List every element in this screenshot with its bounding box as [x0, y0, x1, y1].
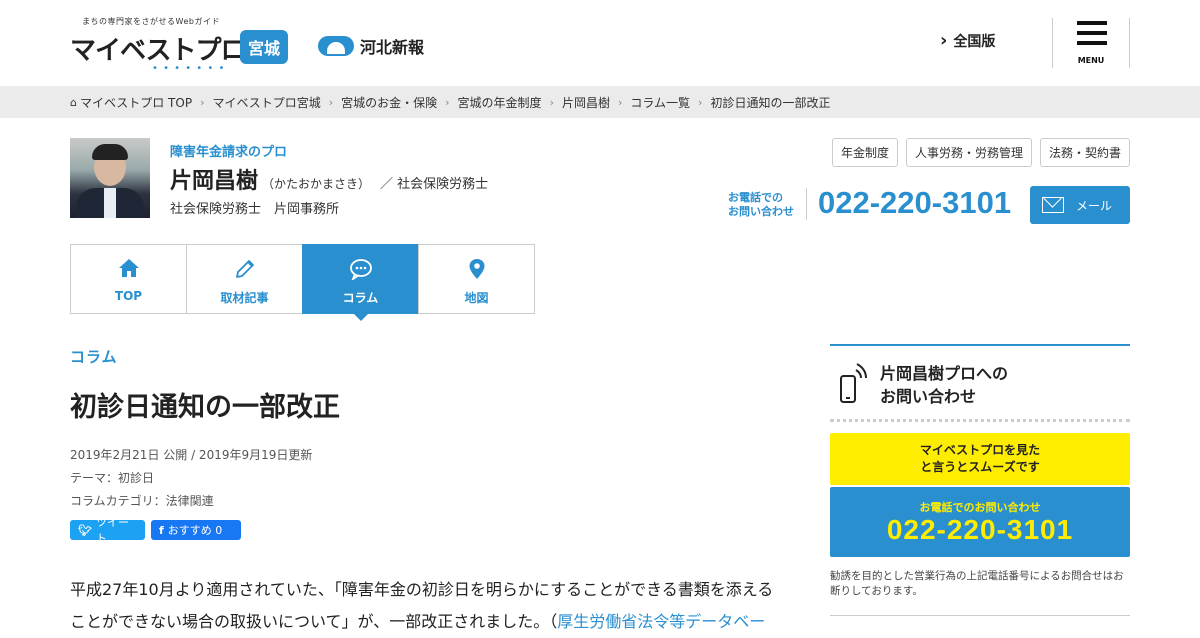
- breadcrumb-item[interactable]: › 宮城のお金・保険: [321, 94, 437, 111]
- category-tag[interactable]: 年金制度: [831, 138, 898, 167]
- logo-brand: マイベストプロ: [70, 36, 247, 66]
- category-tags: 年金制度 人事労務・労務管理 法務・契約書: [831, 138, 1130, 167]
- tab-interview[interactable]: 取材記事: [186, 244, 303, 314]
- tweet-button[interactable]: 🐦︎ ツイート: [70, 516, 145, 545]
- body-line: 平成27年10月より適用されていた、「障害年金の初診日を明らかにすることができる…: [70, 580, 774, 599]
- menu-label: MENU: [1077, 56, 1105, 65]
- facebook-icon: f: [159, 523, 164, 537]
- category-tag[interactable]: 人事労務・労務管理: [905, 138, 1032, 167]
- breadcrumb-item[interactable]: › 片岡昌樹: [542, 94, 610, 111]
- site-header: まちの専門家をさがせるWebガイド マイベストプロ • • • • • • • …: [0, 0, 1200, 86]
- category-tag[interactable]: 法務・契約書: [1039, 138, 1130, 167]
- chat-icon: [303, 258, 418, 280]
- mail-button[interactable]: メール: [1030, 186, 1130, 224]
- share-buttons: 🐦︎ ツイート f おすすめ 0: [70, 516, 241, 545]
- envelope-icon: [1042, 197, 1064, 213]
- pro-role: ／ 社会保険労務士: [380, 177, 489, 192]
- article-meta: 2019年2月21日 公開 / 2019年9月19日更新 テーマ：初診日 コラム…: [70, 444, 312, 513]
- breadcrumb-item[interactable]: › 宮城の年金制度: [437, 94, 541, 111]
- partner-logo[interactable]: 河北新報: [318, 34, 424, 58]
- partner-name: 河北新報: [360, 38, 425, 57]
- pro-office: 社会保険労務士 片岡事務所: [170, 202, 340, 217]
- nationwide-link[interactable]: › 全国版: [940, 30, 995, 51]
- divider: [830, 615, 1130, 616]
- sidebar-phone-label: お電話でのお問い合わせ: [919, 501, 1041, 514]
- body-link[interactable]: 厚生労働省法令等データベー: [557, 612, 765, 631]
- article-category[interactable]: コラムカテゴリ：法律関連: [70, 490, 312, 513]
- tab-map[interactable]: 地図: [418, 244, 535, 314]
- article-body: 平成27年10月より適用されていた、「障害年金の初診日を明らかにすることができる…: [70, 574, 782, 638]
- facebook-recommend-button[interactable]: f おすすめ 0: [151, 520, 241, 540]
- logo-dots: • • • • • • •: [152, 63, 226, 74]
- home-icon: [71, 258, 186, 278]
- body-line: ことができない場合の取扱いについて」が、一部改正されました。（厚生労働省法令等デ…: [70, 612, 766, 631]
- mention-notice: マイベストプロを見た と言うとスムーズです: [830, 433, 1130, 485]
- pro-name: 片岡昌樹: [170, 169, 259, 194]
- twitter-icon: 🐦︎: [78, 523, 92, 537]
- pencil-icon: [187, 258, 302, 280]
- tab-top[interactable]: TOP: [70, 244, 187, 314]
- article-dates: 2019年2月21日 公開 / 2019年9月19日更新: [70, 448, 313, 462]
- divider: [806, 188, 807, 220]
- smartphone-icon: [838, 362, 868, 408]
- section-label: コラム: [70, 348, 118, 366]
- contact-sidebar: 片岡昌樹プロへの お問い合わせ マイベストプロを見た と言うとスムーズです お電…: [830, 344, 1130, 616]
- site-logo[interactable]: まちの専門家をさがせるWebガイド マイベストプロ • • • • • • • …: [70, 16, 300, 74]
- chevron-right-icon: ›: [698, 95, 703, 109]
- article-theme[interactable]: テーマ：初診日: [70, 467, 312, 490]
- menu-button[interactable]: MENU: [1052, 18, 1130, 68]
- contact-title: 片岡昌樹プロへの お問い合わせ: [880, 364, 1009, 406]
- chevron-right-icon: ›: [940, 30, 948, 51]
- partner-mark-icon: [318, 36, 354, 56]
- region-badge: 宮城: [240, 30, 289, 64]
- chevron-right-icon: ›: [328, 95, 334, 109]
- article-title: 初診日通知の一部改正: [70, 392, 340, 423]
- breadcrumb-item[interactable]: › マイベストプロ宮城: [192, 94, 321, 111]
- breadcrumb-item[interactable]: ⌂ マイベストプロ TOP: [70, 94, 192, 111]
- chevron-right-icon: ›: [200, 95, 205, 109]
- contact-header: 片岡昌樹プロへの お問い合わせ: [830, 346, 1130, 422]
- mail-label: メール: [1076, 198, 1113, 213]
- breadcrumb-current: › 初診日通知の一部改正: [698, 95, 831, 110]
- pro-specialty: 障害年金請求のプロ: [170, 145, 288, 160]
- nationwide-label: 全国版: [953, 33, 996, 50]
- chevron-right-icon: ›: [445, 95, 450, 109]
- pro-photo[interactable]: [70, 138, 150, 218]
- chevron-right-icon: ›: [617, 95, 623, 109]
- sidebar-phone-button[interactable]: お電話でのお問い合わせ 022-220-3101: [830, 487, 1130, 557]
- home-icon: ⌂: [70, 95, 77, 109]
- chevron-right-icon: ›: [549, 95, 554, 109]
- breadcrumb-item[interactable]: › コラム一覧: [610, 94, 690, 111]
- phone-label: お電話での お問い合わせ: [728, 191, 794, 218]
- map-pin-icon: [419, 258, 534, 280]
- breadcrumb: ⌂ マイベストプロ TOP › マイベストプロ宮城 › 宮城のお金・保険 › 宮城の年金…: [0, 86, 1200, 118]
- tab-column[interactable]: コラム: [302, 244, 419, 321]
- pro-name-kana: （かたおかまさき）: [262, 177, 371, 191]
- phone-number[interactable]: 022-220-3101: [818, 185, 1011, 221]
- logo-tagline: まちの専門家をさがせるWebガイド: [82, 17, 220, 26]
- hamburger-icon: [1077, 21, 1107, 51]
- solicitation-note: 勧誘を目的とした営業行為の上記電話番号によるお問合せはお断りしております。: [830, 570, 1124, 597]
- pro-name-line: 片岡昌樹 （かたおかまさき） ／ 社会保険労務士: [170, 163, 488, 195]
- sidebar-phone-number: 022-220-3101: [886, 514, 1074, 545]
- profile-tabs: TOP 取材記事 コラム 地図: [70, 244, 535, 321]
